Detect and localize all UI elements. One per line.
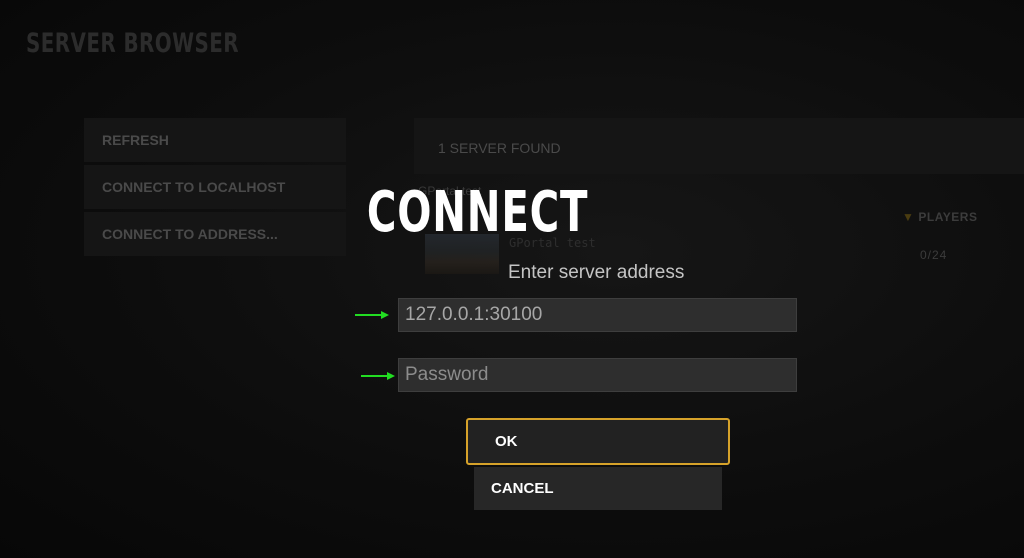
- sidebar-item-refresh[interactable]: REFRESH: [84, 118, 346, 162]
- cancel-button[interactable]: CANCEL: [474, 467, 722, 510]
- ok-button[interactable]: OK: [466, 418, 730, 465]
- screen: SERVER BROWSER REFRESH CONNECT TO LOCALH…: [0, 0, 1024, 558]
- server-count-header: 1 SERVER FOUND: [414, 118, 1024, 174]
- server-address-input[interactable]: [398, 298, 797, 332]
- dialog-title: CONNECT: [366, 180, 589, 245]
- password-input[interactable]: [398, 358, 797, 392]
- page-title: SERVER BROWSER: [26, 28, 240, 59]
- annotation-arrow-icon: [361, 372, 395, 380]
- annotation-arrow-icon: [355, 311, 389, 319]
- server-row-players: 0/24: [920, 248, 948, 262]
- dialog-subtitle: Enter server address: [508, 262, 685, 283]
